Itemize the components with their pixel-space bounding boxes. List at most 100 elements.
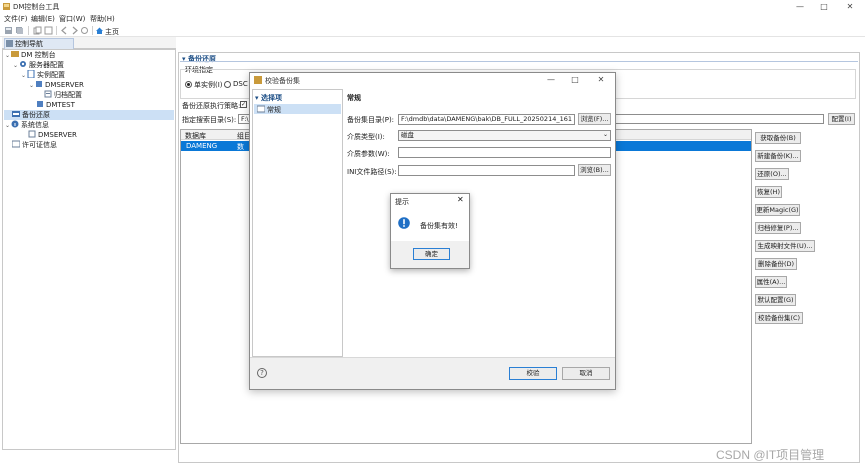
toolbar-separator [56, 26, 57, 35]
message-text: 备份集有效! [420, 222, 458, 230]
general-icon [257, 105, 265, 113]
dialog-nav-item-label: 常规 [267, 106, 281, 114]
menu-window[interactable]: 窗口(W) [59, 14, 85, 24]
console-icon [11, 51, 19, 57]
tree-label: 备份还原 [22, 111, 50, 119]
tree-label: 实例配置 [37, 71, 65, 79]
close-button[interactable]: ✕ [837, 0, 863, 13]
forward-icon[interactable] [70, 26, 79, 35]
tree-item-backup-restore[interactable]: 备份还原 [4, 110, 174, 120]
restore-button[interactable]: 还原(O)... [755, 168, 789, 180]
recover-button[interactable]: 恢复(H) [755, 186, 782, 198]
toolbar-separator [92, 26, 93, 35]
paste-icon[interactable] [44, 26, 53, 35]
copy-icon[interactable] [33, 26, 42, 35]
dialog-nav-header: ▾ 选择项 [255, 93, 282, 103]
tree-item-system-info[interactable]: ⌄ 系统信息 [4, 120, 174, 130]
expand-icon[interactable]: ⌄ [12, 61, 19, 71]
verify-backup-set-button[interactable]: 校验备份集(C) [755, 312, 803, 324]
ini-path-input[interactable] [398, 165, 575, 176]
exec-strategy-checkbox[interactable]: ✓ [240, 101, 247, 108]
ini-path-label: INI文件路径(S): [347, 168, 397, 176]
refresh-icon[interactable] [80, 26, 89, 35]
dialog-app-icon [254, 76, 262, 84]
dialog-panel-title: 常规 [347, 94, 361, 102]
expand-icon[interactable]: ⌄ [4, 121, 11, 131]
save-all-icon[interactable] [15, 26, 24, 35]
message-close-button[interactable]: ✕ [457, 195, 464, 204]
section-title: ▾ 备份还原 [182, 54, 216, 64]
toolbar-separator [28, 26, 29, 35]
menu-bar [0, 13, 865, 24]
backup-dir-input[interactable]: F:\dmdb\data\DAMENG\bak\DB_FULL_20250214… [398, 114, 575, 125]
tree-item-archive-config[interactable]: 归档配置 [4, 90, 174, 100]
dialog-button-bar [250, 357, 615, 389]
dialog-minimize-button[interactable]: — [538, 73, 564, 86]
media-type-value: 磁盘 [401, 131, 414, 139]
chevron-down-icon[interactable]: ⌄ [603, 131, 608, 138]
home-icon[interactable] [95, 26, 104, 35]
expand-icon[interactable]: ⌄ [28, 81, 35, 91]
get-backup-button[interactable]: 获取备份(B) [755, 132, 801, 144]
nav-tab-label: 控制导航 [15, 40, 43, 48]
verify-button[interactable]: 校验 [509, 367, 557, 380]
browse-ini-button[interactable]: 浏览(B)... [578, 164, 611, 176]
update-magic-button[interactable]: 更新Magic(G) [755, 204, 800, 216]
radio-single-label: 单实例(I) [194, 81, 223, 89]
app-icon [3, 3, 10, 10]
media-params-input[interactable] [398, 147, 611, 158]
column-header-database[interactable]: 数据库 [185, 131, 206, 141]
radio-single-instance[interactable] [185, 81, 192, 88]
dialog-close-button[interactable]: ✕ [588, 73, 614, 86]
tree-label: DMTEST [46, 101, 75, 109]
tab-control-navigation[interactable]: 控制导航 [4, 38, 74, 49]
dialog-nav-panel [252, 89, 343, 357]
tree-item-license-info[interactable]: 许可证信息 [4, 140, 174, 150]
document-icon [27, 70, 35, 78]
new-backup-button[interactable]: 新建备份(K)... [755, 150, 801, 162]
save-icon[interactable] [4, 26, 13, 35]
info-icon [398, 217, 410, 229]
gear-icon [20, 61, 26, 67]
default-config-button[interactable]: 默认配置(G) [755, 294, 796, 306]
archive-repair-button[interactable]: 归档修复(P)... [755, 222, 801, 234]
generate-map-file-button[interactable]: 生成映射文件(U)... [755, 240, 815, 252]
minimize-button[interactable]: — [787, 0, 813, 13]
radio-dsc[interactable] [224, 81, 231, 88]
back-icon[interactable] [60, 26, 69, 35]
database-icon [37, 101, 43, 107]
tree-item-root[interactable]: ⌄ DM 控制台 [4, 50, 174, 60]
home-label[interactable]: 主页 [105, 27, 119, 37]
table-cell: 数 [237, 143, 244, 151]
menu-edit[interactable]: 编辑(E) [31, 14, 55, 24]
media-type-label: 介质类型(I): [347, 133, 385, 141]
expand-icon[interactable]: ⌄ [20, 71, 27, 81]
tree-item-sys-dmserver[interactable]: DMSERVER [4, 130, 174, 140]
menu-help[interactable]: 帮助(H) [90, 14, 115, 24]
tree-item-instance-config[interactable]: ⌄ 实例配置 [4, 70, 174, 80]
ok-button[interactable]: 确定 [413, 248, 450, 260]
tree-item-dmtest[interactable]: DMTEST [4, 100, 174, 110]
expand-icon[interactable]: ⌄ [4, 51, 11, 61]
dialog-maximize-button[interactable]: □ [562, 73, 588, 86]
backup-icon [12, 111, 20, 117]
menu-file[interactable]: 文件(F) [4, 14, 28, 24]
browse-backup-dir-button[interactable]: 浏览(F)... [578, 113, 611, 125]
tree-label: DMSERVER [38, 131, 77, 139]
app-title: DM控制台工具 [13, 3, 60, 11]
tree-label: 系统信息 [21, 121, 49, 129]
watermark: CSDN @IT项目管理 [716, 448, 825, 462]
media-type-select[interactable]: 磁盘 [398, 130, 611, 141]
maximize-button[interactable]: □ [811, 0, 837, 13]
tree-label: DMSERVER [45, 81, 84, 89]
exec-strategy-label: 备份还原执行策略: [182, 102, 241, 110]
tree-item-server-config[interactable]: ⌄ 服务器配置 [4, 60, 174, 70]
tree-label: 归档配置 [54, 91, 82, 99]
dialog-title: 校验备份集 [265, 77, 300, 85]
cancel-button[interactable]: 取消 [562, 367, 610, 380]
properties-button[interactable]: 属性(A)... [755, 276, 787, 288]
delete-backup-button[interactable]: 删除备份(D) [755, 258, 797, 270]
help-icon[interactable]: ? [257, 368, 267, 378]
tree-item-dmserver[interactable]: ⌄ DMSERVER [4, 80, 174, 90]
config-button[interactable]: 配置(I) [828, 113, 855, 125]
